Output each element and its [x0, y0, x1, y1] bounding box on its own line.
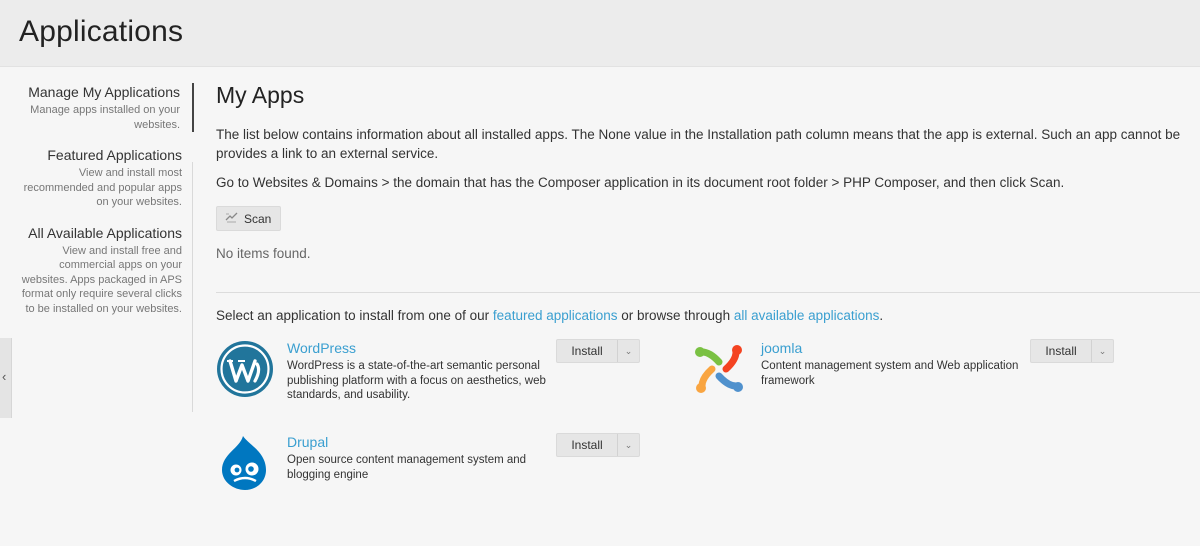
install-button-drupal[interactable]: Install ⌄	[556, 433, 640, 457]
install-prompt: Select an application to install from on…	[216, 308, 883, 323]
install-button-joomla[interactable]: Install ⌄	[1030, 339, 1114, 363]
sidebar-item-all-available-applications[interactable]: All Available Applications View and inst…	[14, 224, 194, 317]
chevron-down-icon[interactable]: ⌄	[617, 434, 639, 456]
chevron-down-icon[interactable]: ⌄	[617, 340, 639, 362]
chevron-left-icon: ‹	[2, 369, 7, 384]
sidebar-item-featured-applications[interactable]: Featured Applications View and install m…	[14, 146, 194, 210]
divider	[216, 292, 1200, 293]
wordpress-logo-icon	[216, 340, 274, 398]
install-prompt-prefix: Select an application to install from on…	[216, 308, 493, 323]
sidebar-item-desc: View and install most recommended and po…	[23, 167, 182, 208]
sidebar-divider	[192, 162, 193, 412]
page-title: Applications	[19, 15, 184, 48]
app-name-link[interactable]: Drupal	[287, 434, 328, 450]
scan-icon	[225, 211, 238, 226]
app-name-link[interactable]: WordPress	[287, 340, 356, 356]
install-button-label: Install	[1045, 344, 1077, 358]
sidebar-item-title: Manage My Applications	[28, 84, 180, 100]
intro-line: The list below contains information abou…	[216, 127, 1181, 142]
main-content: My Apps The list below contains informat…	[216, 82, 1200, 490]
intro-line: provides a link to an external service.	[216, 146, 439, 161]
app-name-link[interactable]: joomla	[761, 340, 802, 356]
scan-button-label: Scan	[244, 211, 272, 226]
sidebar: Manage My Applications Manage apps insta…	[14, 83, 194, 330]
intro-text: The list below contains information abou…	[216, 125, 1200, 163]
chevron-down-icon[interactable]: ⌄	[1091, 340, 1113, 362]
app-description: WordPress is a state-of-the-art semantic…	[287, 360, 546, 401]
all-available-applications-link[interactable]: all available applications	[734, 308, 880, 323]
sidebar-collapse-handle[interactable]: ‹	[0, 338, 12, 418]
page-header: Applications	[0, 0, 1200, 67]
scan-button[interactable]: Scan	[216, 206, 281, 231]
app-description: Open source content management system an…	[287, 454, 527, 481]
joomla-logo-icon	[690, 340, 748, 398]
install-button-wordpress[interactable]: Install ⌄	[556, 339, 640, 363]
sidebar-item-desc: View and install free and commercial app…	[21, 244, 182, 315]
composer-hint: Go to Websites & Domains > the domain th…	[216, 175, 1065, 190]
app-description: Content management system and Web applic…	[761, 360, 1019, 387]
install-prompt-middle: or browse through	[617, 308, 734, 323]
sidebar-item-title: Featured Applications	[47, 147, 182, 163]
sidebar-item-title: All Available Applications	[28, 224, 182, 241]
drupal-logo-icon	[216, 434, 274, 492]
sidebar-item-manage-my-applications[interactable]: Manage My Applications Manage apps insta…	[14, 83, 194, 132]
section-title: My Apps	[216, 82, 305, 108]
empty-state-text: No items found.	[216, 246, 311, 261]
install-button-label: Install	[571, 438, 603, 452]
install-prompt-suffix: .	[879, 308, 884, 323]
install-button-label: Install	[571, 344, 603, 358]
sidebar-item-desc: Manage apps installed on your websites.	[30, 104, 180, 131]
featured-applications-link[interactable]: featured applications	[493, 308, 618, 323]
